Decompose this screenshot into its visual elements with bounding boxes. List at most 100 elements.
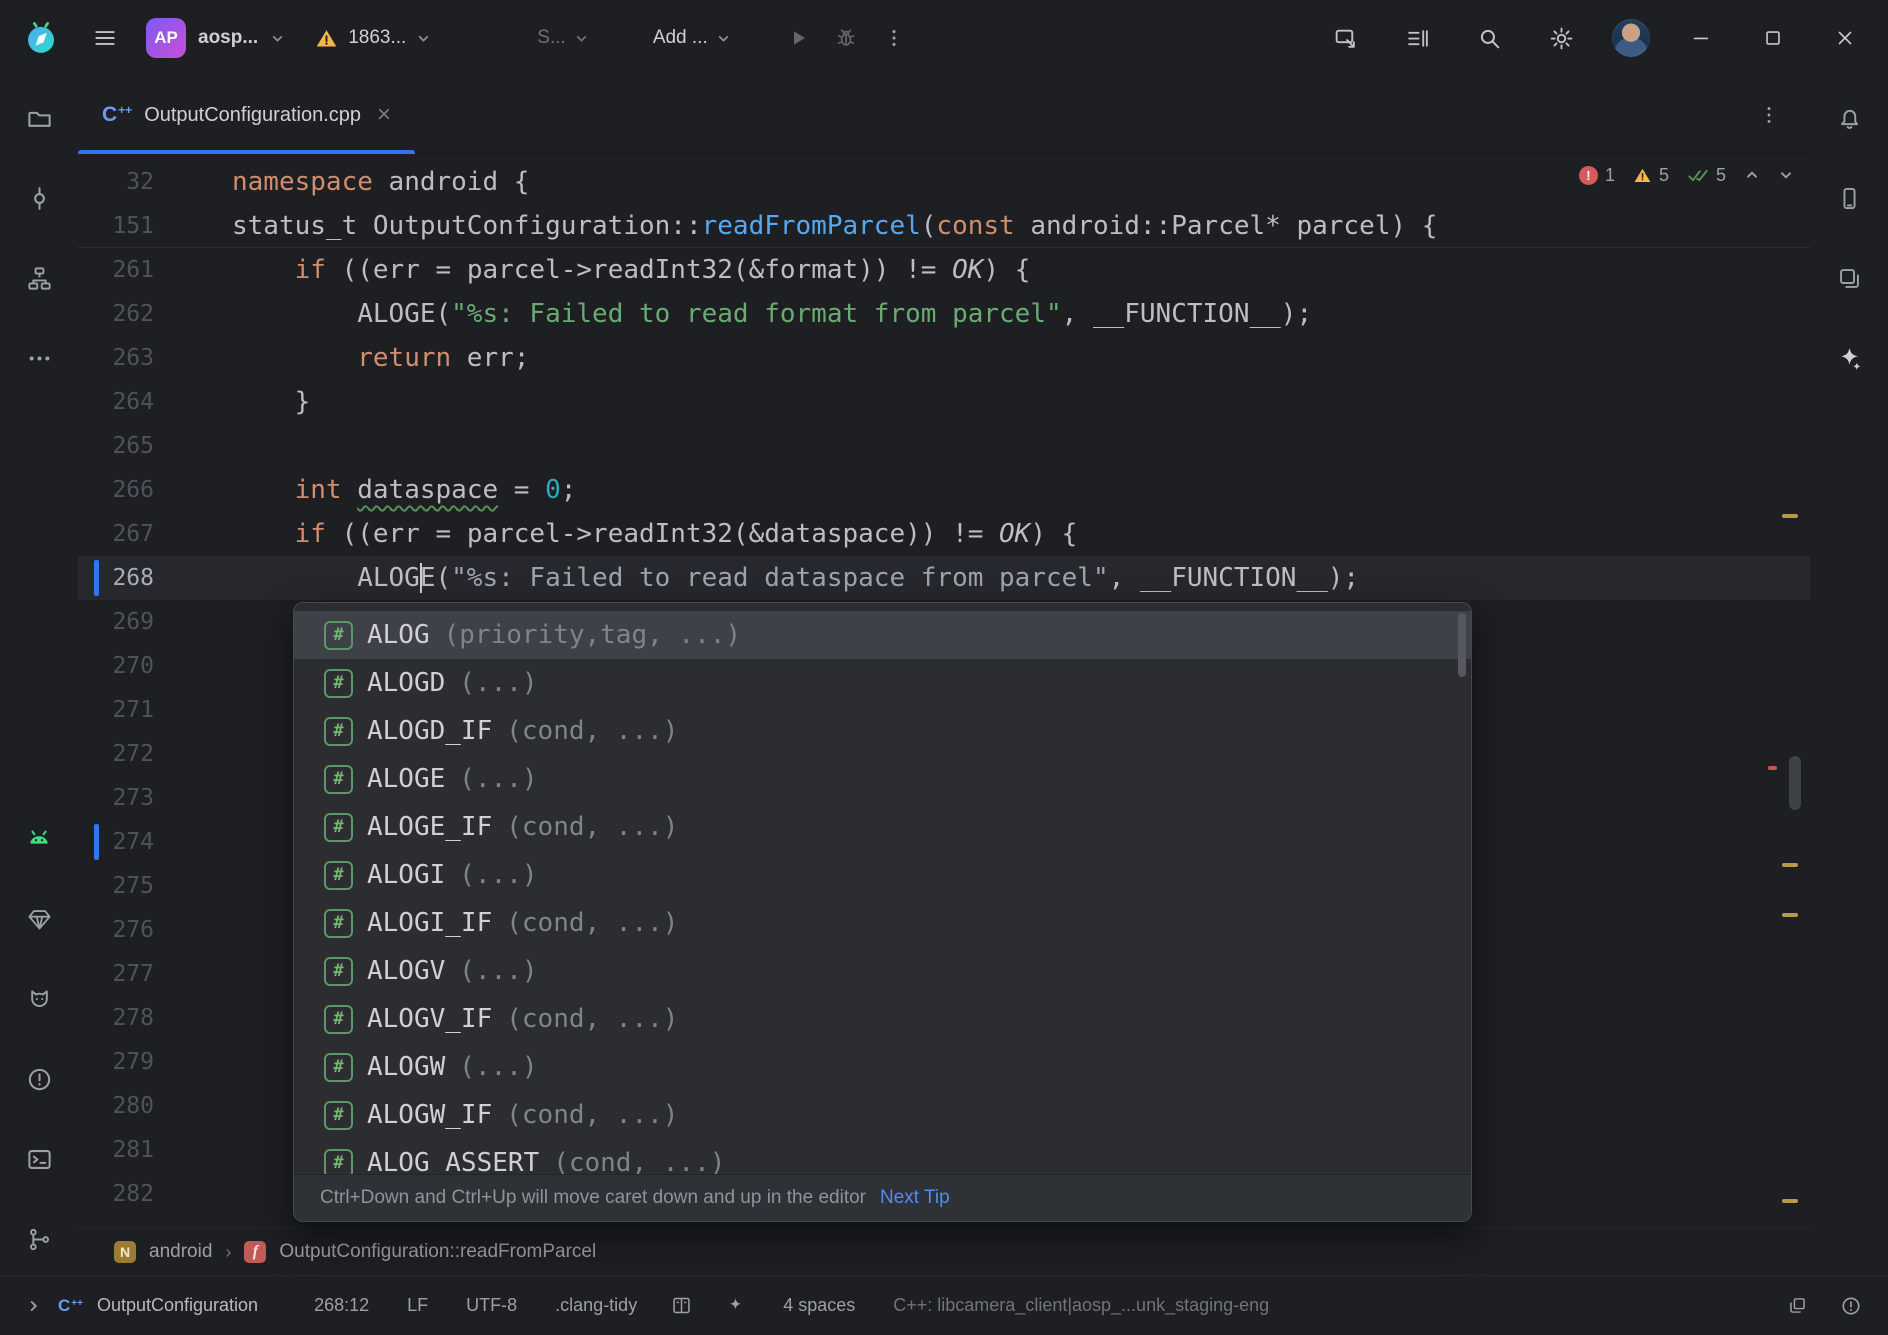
project-widget[interactable]: AP aosp... [146,18,285,58]
close-button[interactable] [1824,17,1866,59]
line-number[interactable]: 277 [78,952,154,996]
completion-item[interactable]: #ALOGW_IF(cond, ...) [294,1091,1471,1139]
code-line[interactable]: 265 [78,424,1810,468]
events-button[interactable] [1840,1295,1862,1317]
analysis-mark[interactable] [1782,1199,1798,1203]
gemini-tool-button[interactable] [1827,336,1871,380]
completion-item[interactable]: #ALOG_ASSERT(cond, ...) [294,1139,1471,1177]
line-number[interactable]: 151 [78,204,154,248]
settings-button[interactable] [1540,17,1582,59]
line-number[interactable]: 269 [78,600,154,644]
error-count[interactable]: ! 1 [1579,165,1615,186]
line-number[interactable]: 262 [78,292,154,336]
code-line[interactable]: 262 ALOGE("%s: Failed to read format fro… [78,292,1810,336]
reader-mode-button[interactable] [671,1295,692,1316]
more-actions-button[interactable] [873,17,915,59]
code-line[interactable]: 151status_t OutputConfiguration::readFro… [78,204,1810,248]
line-number[interactable]: 263 [78,336,154,380]
minimize-button[interactable] [1680,17,1722,59]
code-text[interactable]: return err; [154,336,1810,380]
code-text[interactable]: int dataspace = 0; [154,468,1810,512]
code-line[interactable]: 264 } [78,380,1810,424]
code-with-me-button[interactable] [1324,17,1366,59]
scrollbar-thumb[interactable] [1789,756,1801,810]
completion-item[interactable]: #ALOGV(...) [294,947,1471,995]
completion-item[interactable]: #ALOGD(...) [294,659,1471,707]
analysis-mark[interactable] [1782,514,1798,518]
inspections-widget[interactable]: ! 1 5 5 [1579,164,1794,186]
analysis-mark[interactable] [1782,863,1798,867]
search-everywhere-button[interactable] [1468,17,1510,59]
device-explorer-tool-button[interactable] [1827,256,1871,300]
line-number[interactable]: 276 [78,908,154,952]
problems-tool-button[interactable] [17,1057,61,1101]
line-number[interactable]: 266 [78,468,154,512]
line-number[interactable]: 272 [78,732,154,776]
tab-options-button[interactable] [1758,104,1810,126]
line-number[interactable]: 278 [78,996,154,1040]
line-number[interactable]: 279 [78,1040,154,1084]
line-number[interactable]: 270 [78,644,154,688]
prev-highlight-button[interactable] [1744,167,1760,183]
structure-tool-button[interactable] [17,256,61,300]
project-tool-button[interactable] [17,96,61,140]
line-number[interactable]: 274 [78,820,154,864]
completion-item[interactable]: #ALOGE_IF(cond, ...) [294,803,1471,851]
line-number[interactable]: 267 [78,512,154,556]
run-button[interactable] [777,17,819,59]
main-menu-button[interactable] [84,17,126,59]
code-line[interactable]: 267 if ((err = parcel->readInt32(&datasp… [78,512,1810,556]
code-text[interactable]: ALOGE("%s: Failed to read dataspace from… [154,556,1810,600]
code-line[interactable]: 263 return err; [78,336,1810,380]
line-number[interactable]: 282 [78,1172,154,1216]
passed-count[interactable]: 5 [1687,164,1726,186]
breadcrumb-item-android[interactable]: android [149,1241,212,1263]
version-control-tool-button[interactable] [17,1217,61,1261]
notifications-button[interactable] [1827,96,1871,140]
code-line[interactable]: 268 ALOGE("%s: Failed to read dataspace … [78,556,1810,600]
error-stripe-mark[interactable] [1768,766,1777,770]
vcs-widget[interactable]: 1863... [315,27,431,50]
analysis-mark[interactable] [1782,913,1798,917]
run-configuration-widget[interactable]: S... [537,27,589,49]
code-line[interactable]: 266 int dataspace = 0; [78,468,1810,512]
tab-close-icon[interactable]: × [377,103,391,127]
terminal-tool-button[interactable] [17,1137,61,1181]
code-line[interactable]: 32namespace android { [78,160,1810,204]
ai-status-button[interactable] [726,1296,745,1315]
completion-item[interactable]: #ALOGW(...) [294,1043,1471,1091]
line-number[interactable]: 268 [78,556,154,600]
line-number[interactable]: 273 [78,776,154,820]
code-text[interactable] [154,424,1810,468]
maximize-button[interactable] [1752,17,1794,59]
line-number[interactable]: 265 [78,424,154,468]
line-number[interactable]: 261 [78,248,154,292]
popup-scrollbar-thumb[interactable] [1458,613,1466,677]
tool-windows-layout-button[interactable] [1396,17,1438,59]
completion-item[interactable]: #ALOGE(...) [294,755,1471,803]
encoding-widget[interactable]: UTF-8 [466,1295,517,1316]
line-number[interactable]: 281 [78,1128,154,1172]
completion-item[interactable]: #ALOGI(...) [294,851,1471,899]
code-text[interactable]: ALOGE("%s: Failed to read format from pa… [154,292,1810,336]
detach-window-button[interactable] [1787,1295,1808,1316]
debug-button[interactable] [825,17,867,59]
line-number[interactable]: 264 [78,380,154,424]
completion-item[interactable]: #ALOGI_IF(cond, ...) [294,899,1471,947]
next-highlight-button[interactable] [1778,167,1794,183]
expand-tool-button[interactable] [26,1298,42,1314]
commit-tool-button[interactable] [17,176,61,220]
tab-outputconfiguration-cpp[interactable]: C++ OutputConfiguration.cpp × [78,76,415,154]
code-text[interactable]: if ((err = parcel->readInt32(&dataspace)… [154,512,1810,556]
line-number[interactable]: 271 [78,688,154,732]
next-tip-link[interactable]: Next Tip [880,1187,950,1209]
statusbar-file-label[interactable]: OutputConfiguration [97,1295,258,1316]
running-devices-tool-button[interactable] [17,817,61,861]
app-quality-insights-tool-button[interactable] [17,897,61,941]
line-number[interactable]: 32 [78,160,154,204]
logcat-tool-button[interactable] [17,977,61,1021]
indent-widget[interactable]: 4 spaces [783,1295,855,1316]
completion-item[interactable]: #ALOGV_IF(cond, ...) [294,995,1471,1043]
line-separator-widget[interactable]: LF [407,1295,428,1316]
warning-count[interactable]: 5 [1633,165,1669,186]
